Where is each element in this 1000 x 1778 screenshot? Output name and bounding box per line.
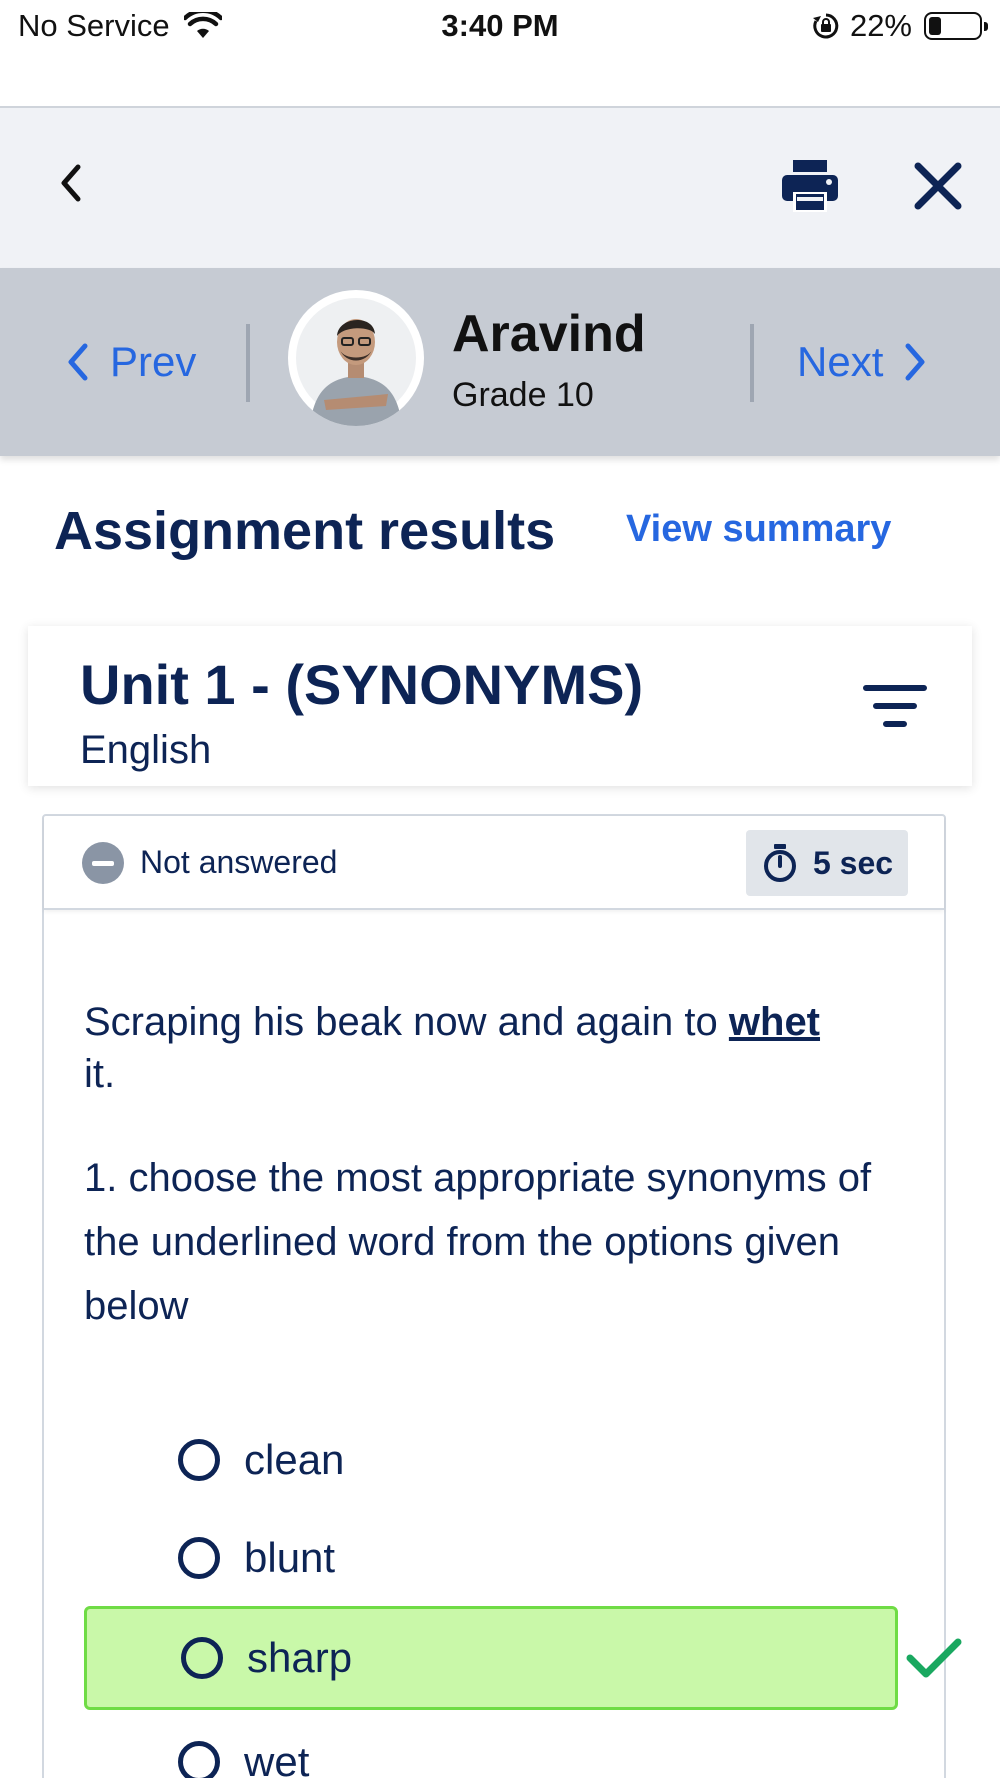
filter-icon <box>863 685 927 727</box>
battery-percent: 22% <box>849 8 912 43</box>
minus-circle-icon <box>82 842 124 884</box>
radio-icon <box>178 1741 220 1778</box>
radio-icon <box>178 1439 220 1481</box>
print-button[interactable] <box>780 160 840 214</box>
next-label: Next <box>797 338 884 385</box>
chevron-left-icon <box>68 343 88 381</box>
close-icon <box>914 162 962 210</box>
time-spent: 5 sec <box>812 844 894 881</box>
question-card: Not answered 5 sec Scraping his beak now… <box>42 814 962 1778</box>
question-header: Not answered 5 sec <box>44 816 944 910</box>
unit-subject: English <box>80 728 212 772</box>
prev-student-button[interactable]: Prev <box>66 338 196 386</box>
back-button[interactable] <box>46 158 96 208</box>
next-student-button[interactable]: Next <box>797 338 927 386</box>
prev-label: Prev <box>110 338 197 385</box>
unit-title: Unit 1 - (SYNONYMS) <box>80 653 644 716</box>
page-title: Assignment results <box>54 501 556 561</box>
answer-option[interactable]: wet <box>84 1712 896 1778</box>
view-summary-link[interactable]: View summary <box>626 508 891 551</box>
answer-option[interactable]: clean <box>84 1410 896 1510</box>
checkmark-icon <box>906 1608 966 1708</box>
close-button[interactable] <box>912 160 964 212</box>
filter-button[interactable] <box>862 684 928 730</box>
stopwatch-icon <box>763 844 796 882</box>
avatar <box>288 290 424 426</box>
student-nav-bar: Prev Aravind Grade 10 Next <box>0 268 1000 456</box>
student-name: Aravind <box>452 305 646 363</box>
battery-fill <box>929 17 941 35</box>
student-grade: Grade 10 <box>452 376 594 414</box>
chevron-left-icon <box>61 164 81 202</box>
answer-option-correct[interactable]: sharp <box>84 1606 898 1710</box>
question-passage: Scraping his beak now and again to whet … <box>84 996 904 1100</box>
answer-option[interactable]: blunt <box>84 1508 896 1608</box>
radio-icon <box>178 1537 220 1579</box>
status-right: 22% <box>812 8 988 44</box>
answer-status: Not answered <box>140 844 338 880</box>
option-label: blunt <box>244 1534 336 1581</box>
option-label: wet <box>244 1738 310 1778</box>
question-prompt: 1. choose the most appropriate synonyms … <box>84 1156 872 1328</box>
top-toolbar <box>0 106 1000 268</box>
passage-text-after: it. <box>84 1052 116 1096</box>
battery-icon <box>924 12 988 40</box>
orientation-lock-icon <box>812 13 839 39</box>
passage-text-before: Scraping his beak now and again to <box>84 1000 729 1044</box>
chevron-right-icon <box>905 343 925 381</box>
option-label: sharp <box>247 1634 353 1681</box>
nav-divider-right <box>750 324 754 402</box>
option-label: clean <box>244 1436 345 1483</box>
time-badge: 5 sec <box>746 830 908 896</box>
unit-card: Unit 1 - (SYNONYMS) English <box>28 626 972 786</box>
printer-icon <box>782 160 838 212</box>
student-photo <box>296 298 416 426</box>
nav-divider-left <box>246 324 250 402</box>
status-bar: No Service 3:40 PM 22% <box>0 0 1000 56</box>
radio-icon <box>181 1637 223 1679</box>
underlined-word: whet <box>728 1000 821 1044</box>
